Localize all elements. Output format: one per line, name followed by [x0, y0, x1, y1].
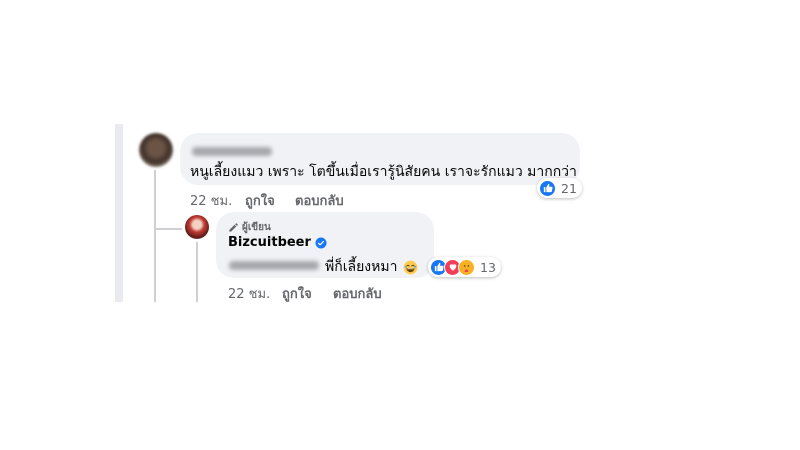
reply-reactions[interactable]: 13 [428, 257, 501, 277]
comment-bubble: หนูเลี้ยงแมว เพราะ โตขึ้นเมื่อเรารู้นิสั… [180, 133, 580, 185]
reaction-count: 21 [561, 180, 577, 196]
thread-line [154, 170, 156, 302]
reply-like-link[interactable]: ถูกใจ [282, 283, 312, 304]
reply-author: Bizcuitbeer [228, 235, 327, 250]
verified-badge-icon [315, 237, 327, 249]
like-link[interactable]: ถูกใจ [245, 190, 275, 211]
reply-author-name[interactable]: Bizcuitbeer [228, 235, 311, 250]
commenter-name-blurred[interactable] [192, 147, 272, 156]
reply-thread-line [196, 242, 198, 302]
reaction-count: 13 [480, 259, 496, 275]
care-icon [458, 258, 475, 276]
thread-connector [154, 228, 182, 230]
reply-reply-link[interactable]: ตอบกลับ [333, 283, 382, 304]
author-avatar[interactable] [185, 215, 209, 239]
author-badge-label: ผู้เขียน [242, 222, 271, 233]
commenter-avatar[interactable] [139, 133, 173, 167]
reply-timestamp[interactable]: 22 ชม. [228, 283, 270, 304]
comment-timestamp[interactable]: 22 ชม. [190, 190, 232, 211]
reply-link[interactable]: ตอบกลับ [295, 190, 344, 211]
comment-text: หนูเลี้ยงแมว เพราะ โตขึ้นเมื่อเรารู้นิสั… [190, 164, 577, 180]
left-gutter [115, 124, 123, 302]
like-icon [539, 179, 556, 197]
mentioned-name-blurred[interactable] [229, 261, 319, 270]
reply-text-row: พี่ก็เลี้ยงหมา [325, 256, 418, 278]
reply-text: พี่ก็เลี้ยงหมา [325, 259, 398, 275]
comment-reactions[interactable]: 21 [537, 178, 582, 198]
laughing-emoji-icon [403, 260, 418, 275]
